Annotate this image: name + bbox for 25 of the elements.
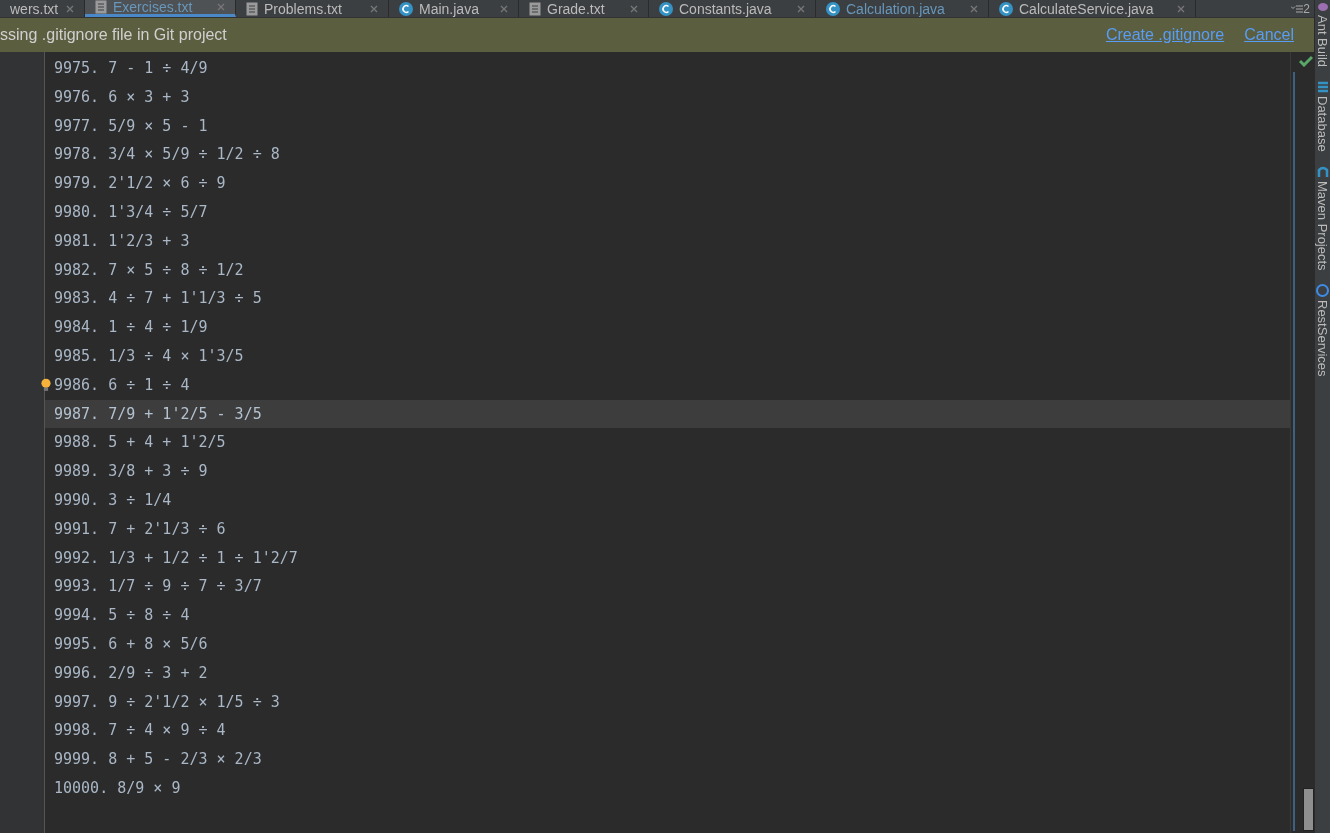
scrollbar-thumb[interactable] bbox=[1303, 788, 1314, 831]
close-icon[interactable] bbox=[797, 4, 805, 13]
close-icon[interactable] bbox=[370, 4, 378, 13]
close-icon[interactable] bbox=[630, 4, 638, 13]
close-icon[interactable] bbox=[66, 4, 74, 13]
check-icon bbox=[1299, 55, 1313, 67]
notification-message: ssing .gitignore file in Git project bbox=[0, 25, 228, 45]
class-icon bbox=[659, 1, 673, 16]
class-icon bbox=[399, 1, 413, 16]
list-icon[interactable] bbox=[1291, 4, 1304, 13]
close-icon[interactable] bbox=[500, 4, 508, 13]
globe-icon bbox=[1316, 284, 1329, 298]
tab-overflow-button[interactable]: 2 bbox=[1303, 2, 1314, 15]
close-icon[interactable] bbox=[970, 4, 978, 13]
tool-window-button[interactable]: Database bbox=[1315, 81, 1330, 152]
document-icon bbox=[95, 0, 107, 14]
tool-window-button[interactable]: Ant Build bbox=[1315, 2, 1330, 68]
class-icon bbox=[826, 1, 840, 16]
lightbulb-icon[interactable] bbox=[41, 377, 51, 392]
database-icon bbox=[1316, 81, 1329, 94]
close-icon[interactable] bbox=[217, 3, 225, 11]
close-icon[interactable] bbox=[1177, 4, 1185, 13]
tool-window-button[interactable]: RestServices bbox=[1315, 284, 1330, 377]
class-icon bbox=[999, 1, 1013, 16]
tool-window-button[interactable]: Maven Projects bbox=[1315, 165, 1330, 271]
